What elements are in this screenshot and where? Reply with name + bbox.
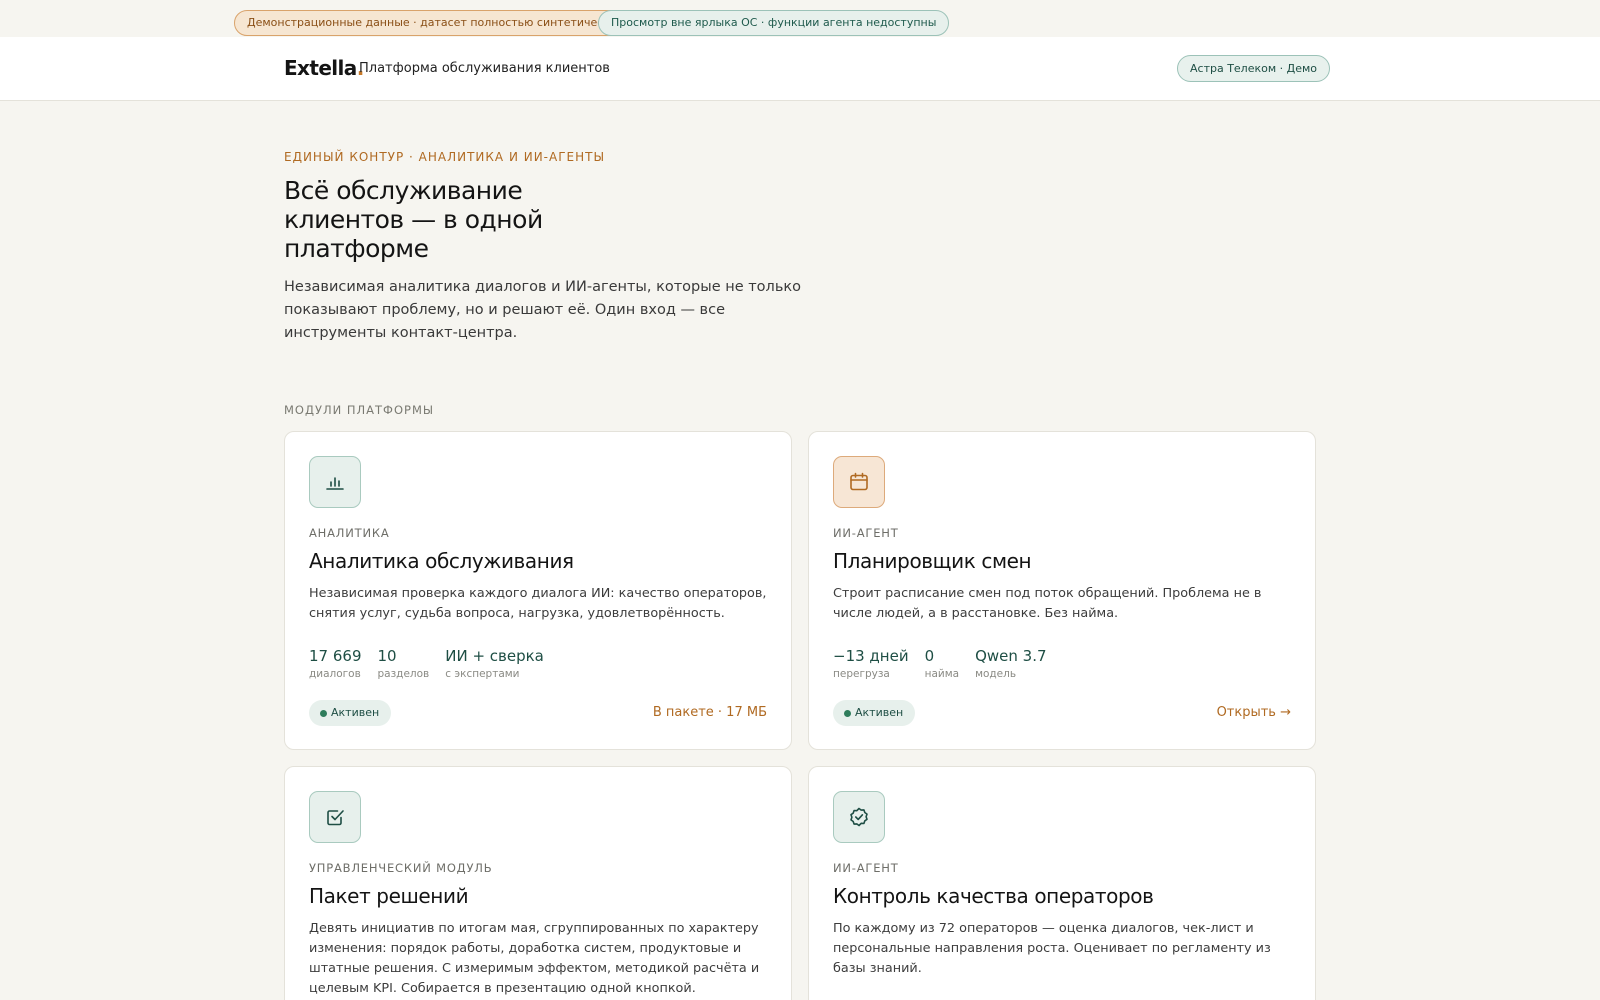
card-description: Девять инициатив по итогам мая, сгруппир… [309, 921, 760, 996]
stat-value: 10 [377, 647, 397, 665]
card-stats: −13 дней перегруза 0 найма Qwen 3.7 моде… [833, 646, 1063, 680]
card-description: По каждому из 72 операторов — оценка диа… [833, 921, 1271, 976]
stat-value: −13 дней [833, 647, 909, 665]
card-kicker: ИИ-АГЕНТ [833, 526, 899, 540]
stat-label: диалогов [309, 668, 361, 680]
card-action-link[interactable]: В пакете · 17 МБ [653, 705, 767, 720]
stat-label: перегруза [833, 668, 890, 680]
header-subtitle: Платформа обслуживания клиентов [359, 61, 610, 76]
hero-title: Всё обслуживание клиентов — в одной плат… [284, 176, 543, 263]
open-link[interactable]: Открыть → [1217, 705, 1291, 720]
app-header: Extella. Платформа обслуживания клиентов… [0, 37, 1600, 101]
stat-model: Qwen 3.7 модель [975, 646, 1046, 680]
bar-chart-icon [309, 456, 361, 508]
module-card-shift-planner[interactable]: ИИ-АГЕНТ Планировщик смен Строит расписа… [808, 431, 1316, 750]
stat-label: разделов [377, 668, 430, 680]
verified-badge-icon [833, 791, 885, 843]
status-badge: Активен [833, 700, 916, 726]
card-description: Независимая проверка каждого диалога ИИ:… [309, 586, 767, 621]
status-label: Активен [331, 706, 380, 719]
notice-strip: Демонстрационные данные · датасет полнос… [0, 0, 1600, 37]
stat-value: 17 669 [309, 647, 362, 665]
card-title: Пакет решений [309, 884, 469, 908]
stat-hiring: 0 найма [925, 646, 959, 680]
card-kicker: УПРАВЛЕНЧЕСКИЙ МОДУЛЬ [309, 861, 493, 875]
stat-sections: 10 разделов [378, 646, 430, 680]
status-label: Активен [855, 706, 904, 719]
status-dot-icon [844, 710, 851, 717]
logo[interactable]: Extella. [284, 56, 364, 80]
hero-eyebrow: ЕДИНЫЙ КОНТУР · АНАЛИТИКА И ИИ-АГЕНТЫ [284, 150, 606, 164]
card-kicker: ИИ-АГЕНТ [833, 861, 899, 875]
card-title: Контроль качества операторов [833, 884, 1154, 908]
stat-method: ИИ + сверка с экспертами [445, 646, 544, 680]
stat-label: с экспертами [445, 668, 520, 680]
status-dot-icon [320, 710, 327, 717]
stat-label: найма [924, 668, 960, 680]
card-title: Аналитика обслуживания [309, 549, 574, 573]
module-card-analytics[interactable]: АНАЛИТИКА Аналитика обслуживания Независ… [284, 431, 792, 750]
module-card-quality-control[interactable]: ИИ-АГЕНТ Контроль качества операторов По… [808, 766, 1316, 1000]
module-card-decisions[interactable]: УПРАВЛЕНЧЕСКИЙ МОДУЛЬ Пакет решений Девя… [284, 766, 792, 1000]
checkbox-icon [309, 791, 361, 843]
stat-overload: −13 дней перегруза [833, 646, 909, 680]
demo-data-notice: Демонстрационные данные · датасет полнос… [234, 10, 638, 36]
stat-value: ИИ + сверка [445, 647, 544, 665]
stat-value: 0 [924, 647, 935, 665]
card-stats: 17 669 диалогов 10 разделов ИИ + сверка … [309, 646, 560, 680]
logo-text: Extella [284, 56, 357, 80]
stat-value: Qwen 3.7 [975, 647, 1047, 665]
tenant-badge[interactable]: Астра Телеком · Демо [1177, 55, 1331, 82]
view-mode-notice: Просмотр вне ярлыка ОС · функции агента … [598, 10, 950, 36]
status-badge: Активен [309, 700, 392, 726]
calendar-icon [833, 456, 885, 508]
card-description: Строит расписание смен под поток обращен… [833, 586, 1262, 621]
modules-section-label: МОДУЛИ ПЛАТФОРМЫ [284, 403, 435, 417]
card-kicker: АНАЛИТИКА [309, 526, 390, 540]
hero-description: Независимая аналитика диалогов и ИИ-аген… [284, 279, 802, 341]
card-title: Планировщик смен [833, 549, 1032, 573]
stat-dialogs: 17 669 диалогов [309, 646, 362, 680]
stat-label: модель [975, 668, 1017, 680]
